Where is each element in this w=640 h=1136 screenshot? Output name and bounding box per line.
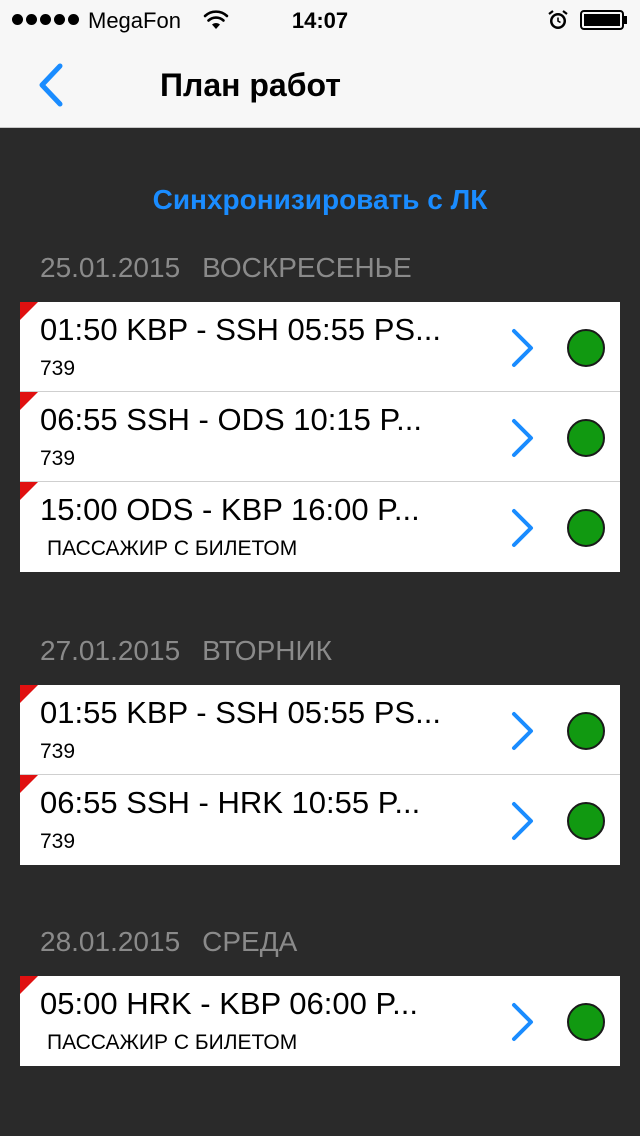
flight-title: 01:55 KBP - SSH 05:55 PS... bbox=[40, 695, 441, 730]
chevron-right-icon[interactable] bbox=[510, 711, 536, 751]
section-date: 25.01.2015 bbox=[40, 252, 181, 283]
red-corner-flag-icon bbox=[20, 392, 38, 410]
flight-subtitle: 739 bbox=[40, 357, 76, 380]
red-corner-flag-icon bbox=[20, 775, 38, 793]
alarm-clock-icon bbox=[548, 10, 568, 29]
flight-row[interactable]: 01:50 KBP - SSH 05:55 PS... 739 bbox=[20, 302, 620, 392]
section-header: 25.01.2015 ВОСКРЕСЕНЬЕ bbox=[40, 252, 412, 284]
flight-title: 06:55 SSH - ODS 10:15 P... bbox=[40, 402, 422, 437]
flight-title: 01:50 KBP - SSH 05:55 PS... bbox=[40, 312, 441, 347]
back-chevron-icon[interactable] bbox=[30, 62, 74, 108]
status-bar: MegaFon 14:07 bbox=[0, 0, 640, 40]
flight-row[interactable]: 15:00 ODS - KBP 16:00 P... ПАССАЖИР С БИ… bbox=[20, 482, 620, 572]
flight-list: 01:50 KBP - SSH 05:55 PS... 739 06:55 SS… bbox=[20, 302, 620, 572]
flight-row[interactable]: 05:00 HRK - KBP 06:00 P... ПАССАЖИР С БИ… bbox=[20, 976, 620, 1066]
section-weekday: СРЕДА bbox=[202, 926, 298, 957]
chevron-right-icon[interactable] bbox=[510, 1002, 536, 1042]
status-indicator-icon bbox=[567, 802, 605, 840]
chevron-right-icon[interactable] bbox=[510, 801, 536, 841]
flight-row[interactable]: 06:55 SSH - ODS 10:15 P... 739 bbox=[20, 392, 620, 482]
flight-title: 15:00 ODS - KBP 16:00 P... bbox=[40, 492, 420, 527]
section-header: 28.01.2015 СРЕДА bbox=[40, 926, 297, 958]
chevron-right-icon[interactable] bbox=[510, 418, 536, 458]
section-header: 27.01.2015 ВТОРНИК bbox=[40, 635, 332, 667]
status-indicator-icon bbox=[567, 419, 605, 457]
status-indicator-icon bbox=[567, 509, 605, 547]
status-indicator-icon bbox=[567, 1003, 605, 1041]
page-title: План работ bbox=[160, 67, 341, 103]
navigation-bar: План работ bbox=[0, 40, 640, 128]
section-weekday: ВОСКРЕСЕНЬЕ bbox=[202, 252, 412, 283]
status-indicator-icon bbox=[567, 712, 605, 750]
flight-subtitle: 739 bbox=[40, 447, 76, 470]
red-corner-flag-icon bbox=[20, 685, 38, 703]
sync-button[interactable]: Синхронизировать с ЛК bbox=[0, 184, 640, 216]
flight-subtitle: ПАССАЖИР С БИЛЕТОМ bbox=[47, 537, 298, 560]
section-weekday: ВТОРНИК bbox=[202, 635, 332, 666]
flight-title: 05:00 HRK - KBP 06:00 P... bbox=[40, 986, 418, 1021]
section-date: 28.01.2015 bbox=[40, 926, 181, 957]
flight-subtitle: 739 bbox=[40, 740, 76, 763]
status-indicator-icon bbox=[567, 329, 605, 367]
flight-list: 01:55 KBP - SSH 05:55 PS... 739 06:55 SS… bbox=[20, 685, 620, 865]
chevron-right-icon[interactable] bbox=[510, 508, 536, 548]
section-date: 27.01.2015 bbox=[40, 635, 181, 666]
flight-title: 06:55 SSH - HRK 10:55 P... bbox=[40, 785, 421, 820]
flight-row[interactable]: 01:55 KBP - SSH 05:55 PS... 739 bbox=[20, 685, 620, 775]
flight-subtitle: ПАССАЖИР С БИЛЕТОМ bbox=[47, 1031, 298, 1054]
flight-subtitle: 739 bbox=[40, 830, 76, 853]
flight-list: 05:00 HRK - KBP 06:00 P... ПАССАЖИР С БИ… bbox=[20, 976, 620, 1066]
red-corner-flag-icon bbox=[20, 302, 38, 320]
flight-row[interactable]: 06:55 SSH - HRK 10:55 P... 739 bbox=[20, 775, 620, 865]
status-time: 14:07 bbox=[291, 8, 349, 33]
red-corner-flag-icon bbox=[20, 482, 38, 500]
battery-icon bbox=[580, 10, 627, 30]
chevron-right-icon[interactable] bbox=[510, 328, 536, 368]
red-corner-flag-icon bbox=[20, 976, 38, 994]
